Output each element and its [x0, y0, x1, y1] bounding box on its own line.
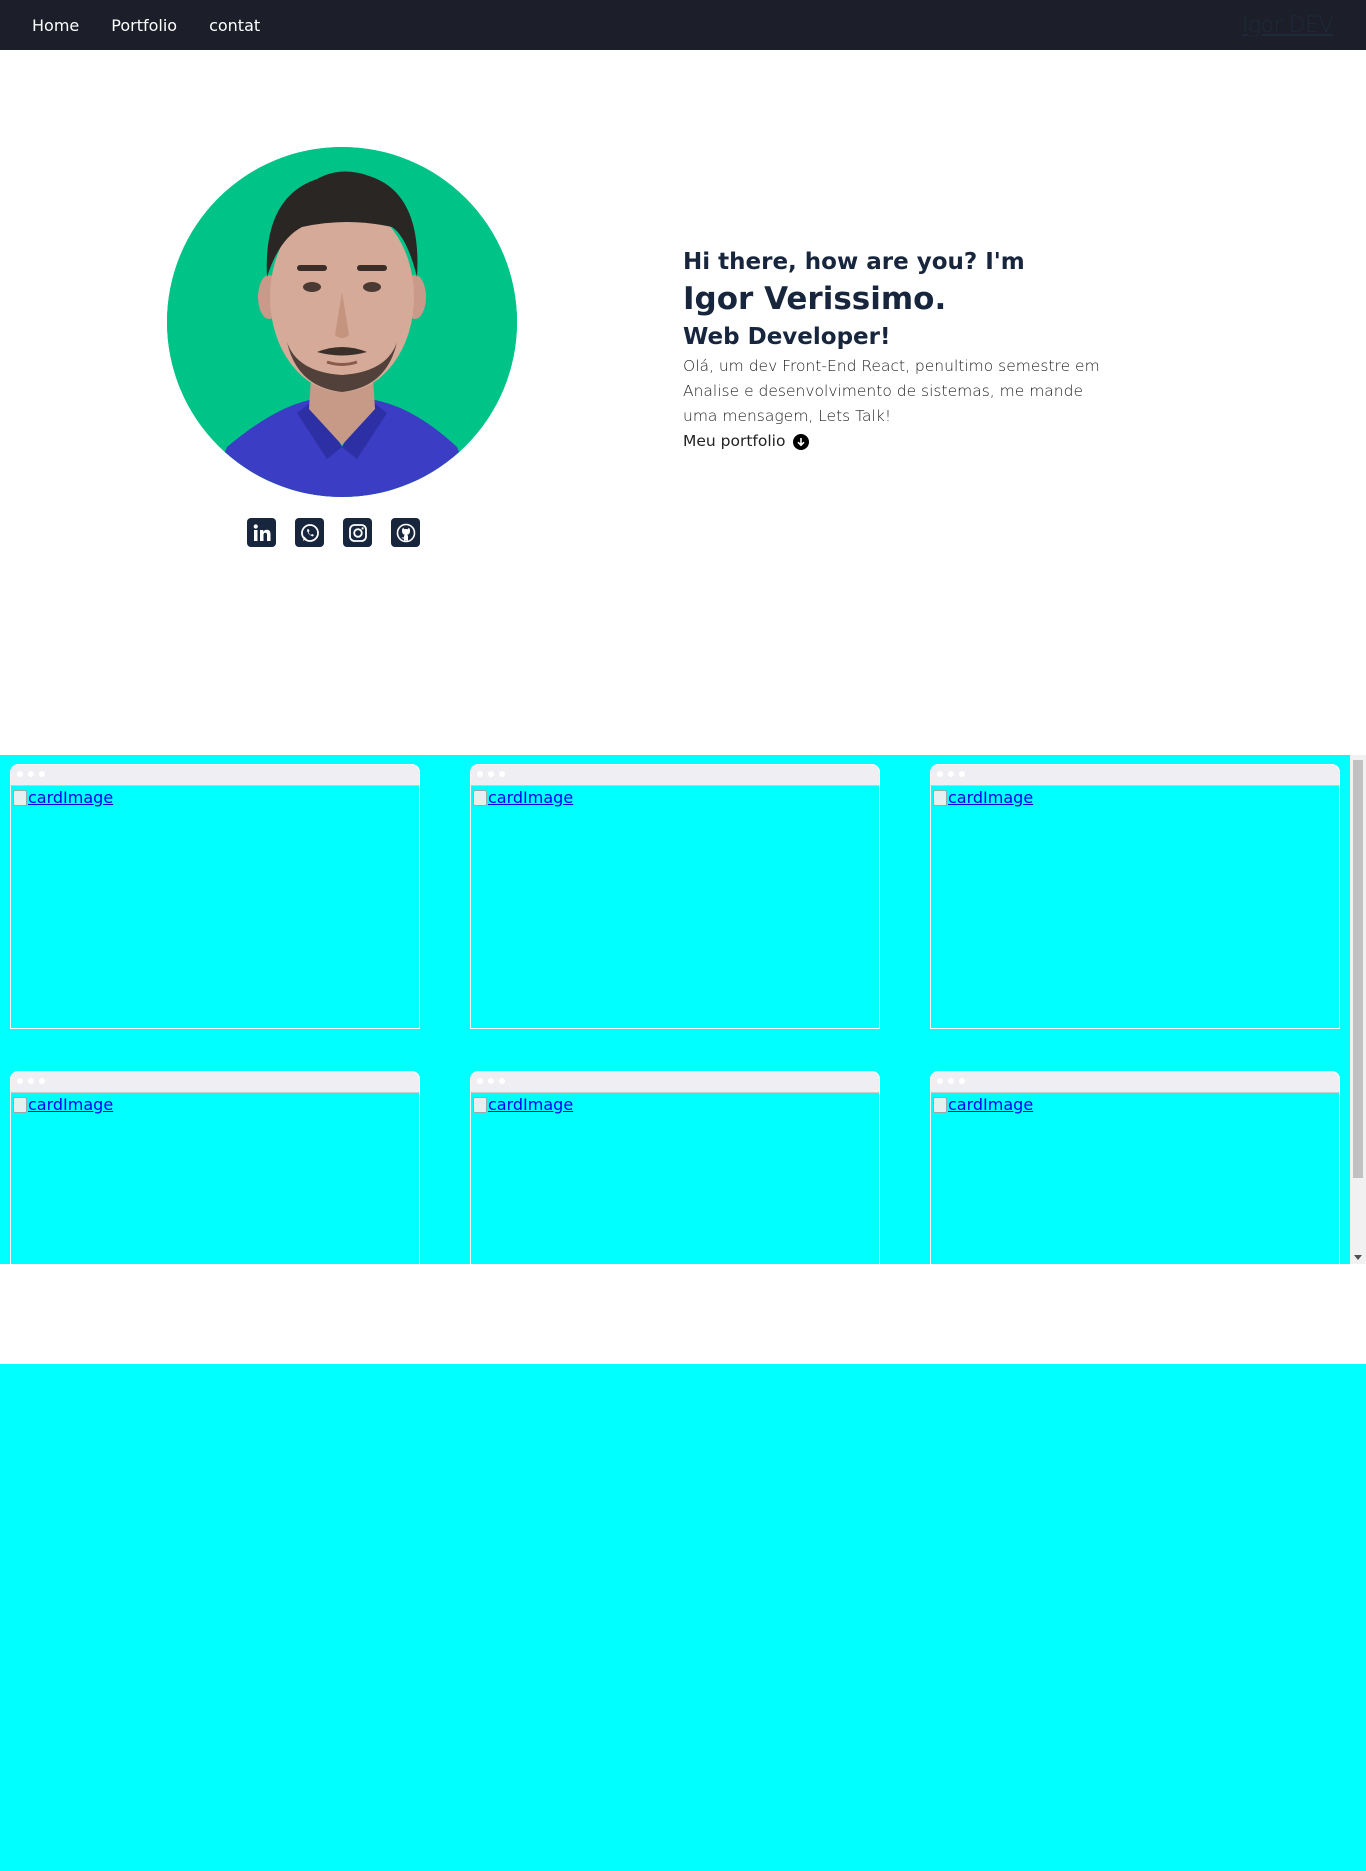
- card-image-alt: cardImage: [488, 1095, 574, 1114]
- intro: Hi there, how are you? I'm Igor Verissim…: [683, 246, 1103, 454]
- card-image-alt: cardImage: [948, 1095, 1034, 1114]
- card-image-link[interactable]: cardImage: [933, 788, 1033, 807]
- portfolio-section: cardImage cardImage cardImage cardImage …: [0, 755, 1366, 1264]
- card-window-bar: [10, 764, 420, 785]
- card-image-alt: cardImage: [28, 1095, 114, 1114]
- bio-text: Olá, um dev Front-End React, penultimo s…: [683, 357, 1100, 425]
- portfolio-link-label: Meu portfolio: [683, 432, 786, 450]
- project-card[interactable]: cardImage: [930, 1071, 1340, 1264]
- card-image-frame: cardImage: [10, 1092, 420, 1264]
- project-card[interactable]: cardImage: [470, 1071, 880, 1264]
- arrow-down-circle-icon: [793, 433, 810, 450]
- card-image-frame: cardImage: [930, 1092, 1340, 1264]
- card-image-link[interactable]: cardImage: [13, 1095, 113, 1114]
- card-image-alt: cardImage: [488, 788, 574, 807]
- nav-links: Home Portfolio contat: [32, 0, 260, 50]
- card-image-frame: cardImage: [470, 1092, 880, 1264]
- card-image-link[interactable]: cardImage: [933, 1095, 1033, 1114]
- card-image-frame: cardImage: [930, 785, 1340, 1029]
- instagram-icon[interactable]: [343, 518, 372, 547]
- card-window-bar: [930, 1071, 1340, 1092]
- card-image-frame: cardImage: [10, 785, 420, 1029]
- nav-link-portfolio[interactable]: Portfolio: [111, 16, 177, 35]
- broken-image-icon: [13, 1096, 27, 1113]
- profile-photo: [167, 147, 517, 497]
- card-image-link[interactable]: cardImage: [473, 788, 573, 807]
- broken-image-icon: [13, 789, 27, 806]
- card-window-bar: [470, 764, 880, 785]
- card-image-link[interactable]: cardImage: [473, 1095, 573, 1114]
- brand-link[interactable]: Igor DEV: [1242, 0, 1334, 50]
- nav-link-contact[interactable]: contat: [209, 16, 260, 35]
- developer-name: Igor Verissimo.: [683, 281, 947, 317]
- card-image-alt: cardImage: [948, 788, 1034, 807]
- card-image-frame: cardImage: [470, 785, 880, 1029]
- broken-image-icon: [933, 789, 947, 806]
- project-card[interactable]: cardImage: [10, 1071, 420, 1264]
- linkedin-icon[interactable]: [247, 518, 276, 547]
- scrollbar-thumb[interactable]: [1353, 760, 1363, 1178]
- card-window-bar: [10, 1071, 420, 1092]
- card-image-link[interactable]: cardImage: [13, 788, 113, 807]
- project-card[interactable]: cardImage: [10, 764, 420, 1030]
- project-card[interactable]: cardImage: [470, 764, 880, 1030]
- greeting-text: Hi there, how are you? I'm: [683, 249, 1025, 275]
- developer-role: Web Developer!: [683, 324, 891, 350]
- card-image-alt: cardImage: [28, 788, 114, 807]
- broken-image-icon: [473, 1096, 487, 1113]
- portfolio-scrollbar[interactable]: [1350, 755, 1366, 1264]
- broken-image-icon: [933, 1096, 947, 1113]
- contact-section: [0, 1364, 1366, 1871]
- card-window-bar: [470, 1071, 880, 1092]
- portfolio-link[interactable]: Meu portfolio: [683, 429, 1103, 454]
- nav-link-home[interactable]: Home: [32, 16, 79, 35]
- project-card[interactable]: cardImage: [930, 764, 1340, 1030]
- broken-image-icon: [473, 789, 487, 806]
- github-icon[interactable]: [391, 518, 420, 547]
- social-links: [247, 518, 420, 547]
- whatsapp-icon[interactable]: [295, 518, 324, 547]
- scroll-down-arrow-icon[interactable]: [1354, 1255, 1362, 1260]
- card-window-bar: [930, 764, 1340, 785]
- navbar: Home Portfolio contat Igor DEV: [0, 0, 1366, 50]
